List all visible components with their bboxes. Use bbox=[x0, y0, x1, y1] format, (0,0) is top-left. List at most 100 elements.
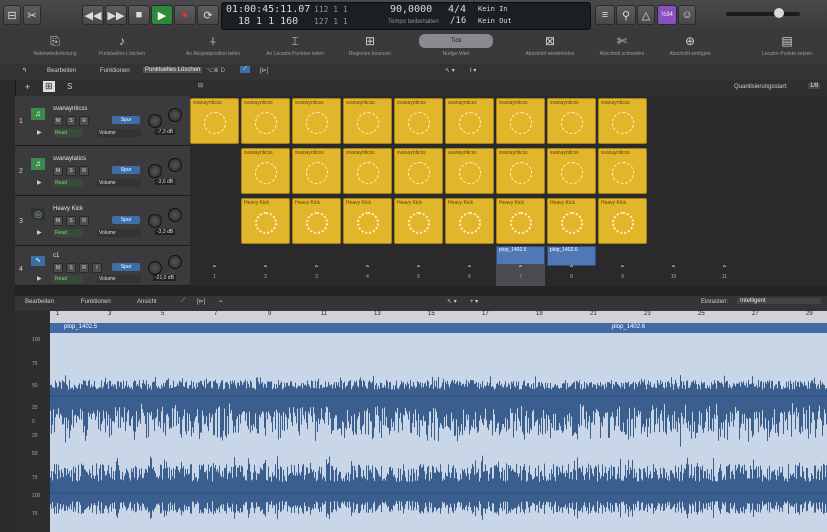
track-name[interactable]: svanaynticss bbox=[53, 106, 87, 112]
record-enable-button[interactable]: R bbox=[79, 216, 89, 226]
record-enable-button[interactable]: R bbox=[79, 116, 89, 126]
solo-button[interactable]: S bbox=[66, 216, 76, 226]
track-row[interactable]: 1 ♫ svanaynticss M S R Spur ▶ Read Volum… bbox=[15, 96, 190, 146]
mute-button[interactable]: M bbox=[53, 166, 63, 176]
loop-cell[interactable]: svanaynticss bbox=[343, 98, 392, 144]
solo-button[interactable]: S bbox=[66, 263, 76, 273]
scene-trigger[interactable]: ⌃ 5 bbox=[394, 264, 443, 286]
input-monitor-button[interactable]: I bbox=[92, 263, 102, 273]
track-button[interactable]: Spur bbox=[112, 166, 140, 174]
mute-button[interactable]: M bbox=[53, 263, 63, 273]
scene-trigger[interactable]: ⌃ 10 bbox=[649, 264, 698, 286]
tool-point-delete[interactable]: ♪ Punktuelles Löschen bbox=[82, 34, 162, 57]
solo-button[interactable]: S bbox=[66, 166, 76, 176]
volume-knob[interactable] bbox=[168, 208, 182, 222]
pointer-tool-icon[interactable]: ↖ ▾ bbox=[445, 67, 455, 74]
track-button[interactable]: Spur bbox=[112, 116, 140, 124]
pan-knob[interactable] bbox=[148, 261, 162, 275]
tool-split-locators[interactable]: ⌶ An Locator-Punkten teilen bbox=[255, 34, 335, 57]
scene-trigger[interactable]: ⌃ 11 bbox=[700, 264, 749, 286]
volume-knob[interactable] bbox=[168, 158, 182, 172]
play-icon[interactable]: ▶ bbox=[37, 179, 42, 186]
track-row[interactable]: 2 ♫ svanaytatics M S R Spur ▶ Read Volum… bbox=[15, 146, 190, 196]
volume-knob[interactable] bbox=[168, 108, 182, 122]
loop-cell[interactable]: svanaynticss bbox=[598, 98, 647, 144]
catch-icon[interactable]: ⌁ bbox=[219, 298, 223, 305]
fit-icon[interactable]: [⊳] bbox=[197, 298, 205, 305]
play-icon[interactable]: ▶ bbox=[37, 275, 42, 282]
track-options-button[interactable]: ⊞ bbox=[43, 81, 55, 92]
active-tool-field[interactable]: Punktuelles Löschen bbox=[143, 67, 203, 73]
loop-cell[interactable]: svanaynticss bbox=[445, 98, 494, 144]
loop-cell[interactable]: svanaynticss bbox=[292, 148, 341, 194]
play-button[interactable]: ▶ bbox=[151, 5, 173, 25]
stop-button[interactable]: ■ bbox=[128, 5, 150, 25]
loop-cell[interactable]: Heavy Kick bbox=[343, 198, 392, 244]
loop-cell[interactable]: svanaynticss bbox=[598, 148, 647, 194]
tuner-icon[interactable]: ⚲ bbox=[616, 5, 636, 25]
menu-funktionen[interactable]: Funktionen bbox=[100, 68, 130, 74]
metronome-icon[interactable]: △ bbox=[637, 5, 655, 25]
list-icon[interactable]: ≡ bbox=[595, 5, 615, 25]
loop-cell[interactable]: svanaynticss bbox=[394, 98, 443, 144]
lcd-display[interactable]: 01:00:45:11.07 18 1 1 160 112 1 1 127 1 … bbox=[221, 2, 591, 30]
loop-cell[interactable]: svanaynticss bbox=[241, 98, 290, 144]
tool-set-locators[interactable]: ▤ Locator-Punkte setzen bbox=[747, 34, 827, 57]
loop-cell[interactable]: svanaynticss bbox=[547, 98, 596, 144]
volume-knob[interactable] bbox=[774, 8, 784, 18]
loop-cell[interactable]: Heavy Kick bbox=[598, 198, 647, 244]
divider[interactable] bbox=[15, 286, 827, 296]
volume-knob[interactable] bbox=[168, 255, 182, 269]
loop-cell[interactable]: Heavy Kick bbox=[547, 198, 596, 244]
play-icon[interactable]: ▶ bbox=[37, 229, 42, 236]
waveform-view[interactable] bbox=[50, 333, 827, 532]
track-button[interactable]: Spur bbox=[112, 216, 140, 224]
record-button[interactable]: ● bbox=[174, 5, 196, 25]
loop-cell[interactable]: Heavy Kick bbox=[241, 198, 290, 244]
scene-trigger[interactable]: ⌃ 2 bbox=[241, 264, 290, 286]
loop-cell[interactable]: svanaynticss bbox=[241, 148, 290, 194]
automation-mode[interactable]: Read bbox=[53, 275, 83, 283]
loop-cell[interactable]: svanaynticss bbox=[496, 148, 545, 194]
quant-value[interactable]: 1/8 bbox=[808, 83, 821, 89]
editor-menu-ansicht[interactable]: Ansicht bbox=[137, 299, 157, 305]
scene-trigger[interactable]: ⌃ 9 bbox=[598, 264, 647, 286]
automation-icon[interactable]: ⟋ bbox=[181, 298, 185, 305]
region-header-strip[interactable]: plop_1402.5 plop_1402.6 bbox=[50, 323, 827, 333]
pan-knob[interactable] bbox=[148, 164, 162, 178]
count-in-badge[interactable]: ½34 bbox=[657, 5, 677, 25]
tool-nudge[interactable]: Tick Nudge-Wert bbox=[416, 34, 496, 57]
pan-knob[interactable] bbox=[148, 114, 162, 128]
track-name[interactable]: Heavy Kick bbox=[53, 206, 83, 212]
mute-button[interactable]: M bbox=[53, 216, 63, 226]
fast-forward-button[interactable]: ▶▶ bbox=[105, 5, 127, 25]
scene-trigger[interactable]: ⌃ 6 bbox=[445, 264, 494, 286]
pointer-tool-icon[interactable]: ↖ ▾ bbox=[447, 298, 457, 305]
track-row[interactable]: 4 ∿ c1 M S R I Spur ▶ Read Volume -21,0 … bbox=[15, 246, 190, 286]
grid-options-icon[interactable]: ⊟ bbox=[198, 82, 203, 89]
tool-insert-section[interactable]: ⊕ Abschnitt einfügen bbox=[650, 34, 730, 57]
crosshair-tool-icon[interactable]: + ▾ bbox=[470, 298, 478, 305]
automation-mode[interactable]: Read bbox=[53, 129, 83, 137]
audio-cell[interactable]: plop_1402.5 bbox=[496, 246, 545, 266]
record-enable-button[interactable]: R bbox=[79, 263, 89, 273]
track-name[interactable]: svanaytatics bbox=[53, 156, 86, 162]
editor-menu-funktionen[interactable]: Funktionen bbox=[81, 299, 111, 305]
loop-cell[interactable]: Heavy Kick bbox=[292, 198, 341, 244]
back-icon[interactable]: ↰ bbox=[22, 67, 27, 74]
track-button[interactable]: Spur bbox=[112, 263, 140, 271]
loop-cell[interactable]: Heavy Kick bbox=[394, 198, 443, 244]
text-tool-icon[interactable]: I ▾ bbox=[470, 67, 476, 74]
scene-trigger[interactable]: ⌃ 7 bbox=[496, 264, 545, 286]
rewind-button[interactable]: ◀◀ bbox=[82, 5, 104, 25]
solo-global-button[interactable]: S bbox=[67, 82, 72, 91]
tool-bounce[interactable]: ⊞ Regionen bouncen bbox=[330, 34, 410, 57]
scene-trigger[interactable]: ⌃ 1 bbox=[190, 264, 239, 286]
fit-icon[interactable]: [⊳] bbox=[260, 67, 268, 74]
scissors-icon[interactable]: ✂ bbox=[23, 5, 41, 25]
loop-cell[interactable]: svanaynticss bbox=[496, 98, 545, 144]
record-enable-button[interactable]: R bbox=[79, 166, 89, 176]
loop-cell[interactable]: svanaynticss bbox=[394, 148, 443, 194]
audio-cell[interactable]: plop_1402.6 bbox=[547, 246, 596, 266]
editor-ruler[interactable]: 1 3 5 7 9 11 13 15 17 19 21 23 25 27 29 bbox=[50, 311, 827, 323]
